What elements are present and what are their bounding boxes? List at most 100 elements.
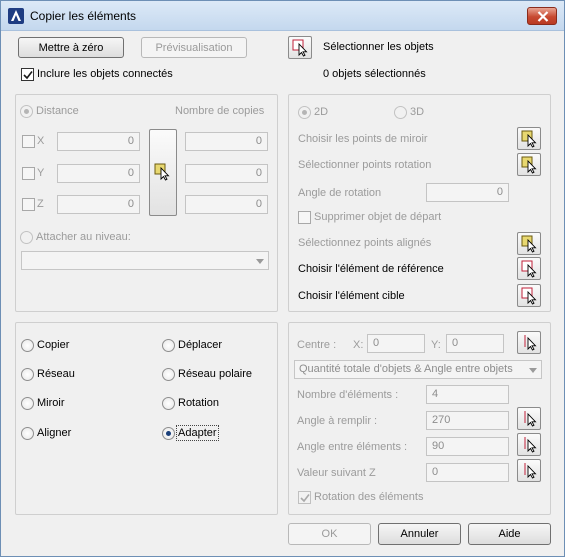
- item-count-field[interactable]: 4: [426, 385, 509, 404]
- array-mode-select[interactable]: Quantité totale d'objets & Angle entre o…: [294, 360, 542, 379]
- ok-button[interactable]: OK: [288, 523, 371, 545]
- aligned-points-label: Sélectionnez points alignés: [298, 237, 432, 249]
- select-objects-label: Sélectionner les objets: [323, 41, 434, 53]
- x-copies-field[interactable]: 0: [185, 132, 268, 151]
- adapt-label: Adapter: [176, 425, 219, 441]
- rotation-radio[interactable]: [162, 397, 175, 410]
- y-axis-checkbox[interactable]: [22, 167, 35, 180]
- mode-3d-radio[interactable]: [394, 106, 407, 119]
- mirror-points-label: Choisir les points de miroir: [298, 133, 428, 145]
- x-distance-field[interactable]: 0: [57, 132, 140, 151]
- checkmark-icon: [300, 494, 310, 503]
- rotate-items-label: Rotation des éléments: [314, 491, 424, 503]
- array-radio[interactable]: [21, 368, 34, 381]
- z-value-label: Valeur suivant Z: [297, 467, 376, 479]
- center-label: Centre :: [297, 339, 337, 351]
- z-distance-field[interactable]: 0: [57, 195, 140, 214]
- center-y-field[interactable]: 0: [446, 334, 504, 353]
- pick-between-angle-button[interactable]: [517, 433, 541, 456]
- preview-button[interactable]: Prévisualisation: [141, 37, 247, 58]
- y-copies-field[interactable]: 0: [185, 164, 268, 183]
- mirror-radio[interactable]: [21, 397, 34, 410]
- polar-array-label: Réseau polaire: [178, 368, 252, 380]
- align-radio[interactable]: [21, 427, 34, 440]
- move-label: Déplacer: [178, 339, 223, 351]
- include-connected-checkbox[interactable]: [21, 68, 34, 81]
- window-title: Copier les éléments: [30, 9, 137, 23]
- distance-panel: Distance Nombre de copies X 0 Y 0 Z 0 0 …: [15, 94, 278, 312]
- pointer-icon: [524, 335, 537, 351]
- attach-level-label: Attacher au niveau:: [36, 231, 131, 243]
- rotation-angle-field[interactable]: 0: [426, 183, 509, 202]
- rotate-items-checkbox[interactable]: [298, 491, 311, 504]
- z-value-field[interactable]: 0: [426, 463, 509, 482]
- mode-2d-radio[interactable]: [298, 106, 311, 119]
- select-objects-button[interactable]: [288, 36, 312, 59]
- pick-cursor-icon: [521, 156, 537, 174]
- pick-distance-button[interactable]: [149, 129, 177, 216]
- polar-array-panel: Centre : X: 0 Y: 0 Quantité totale d'obj…: [288, 322, 551, 515]
- pick-center-button[interactable]: [517, 331, 541, 354]
- cancel-button[interactable]: Annuler: [378, 523, 461, 545]
- y-axis-label: Y: [37, 167, 45, 179]
- close-icon: [537, 11, 549, 22]
- center-y-label: Y:: [431, 339, 441, 351]
- delete-source-label: Supprimer objet de départ: [314, 211, 442, 223]
- distance-radio[interactable]: [20, 105, 33, 118]
- reset-button[interactable]: Mettre à zéro: [18, 37, 124, 58]
- move-radio[interactable]: [162, 339, 175, 352]
- x-axis-label: X: [37, 135, 45, 147]
- mirror-points-button[interactable]: [517, 127, 541, 150]
- mirror-rotation-panel: 2D 3D Choisir les points de miroir Sélec…: [288, 94, 551, 312]
- checkmark-icon: [23, 71, 33, 80]
- select-cursor-icon: [521, 287, 537, 305]
- fill-angle-field[interactable]: 270: [426, 411, 509, 430]
- mirror-label: Miroir: [37, 397, 65, 409]
- operations-panel: Copier Déplacer Réseau Réseau polaire Mi…: [15, 322, 278, 515]
- aligned-points-button[interactable]: [517, 232, 541, 255]
- select-cursor-icon: [292, 39, 308, 57]
- select-cursor-icon: [521, 260, 537, 278]
- z-copies-field[interactable]: 0: [185, 195, 268, 214]
- selected-count: 0 objets sélectionnés: [323, 68, 426, 80]
- x-axis-checkbox[interactable]: [22, 135, 35, 148]
- target-element-label: Choisir l'élément cible: [298, 290, 405, 302]
- copies-label: Nombre de copies: [175, 105, 265, 117]
- fill-angle-label: Angle à remplir :: [297, 415, 378, 427]
- include-connected-label: Inclure les objets connectés: [37, 68, 173, 80]
- z-axis-checkbox[interactable]: [22, 198, 35, 211]
- between-angle-label: Angle entre éléments :: [297, 441, 408, 453]
- rotation-angle-label: Angle de rotation: [298, 187, 382, 199]
- chevron-down-icon: [529, 368, 537, 373]
- pointer-icon: [524, 437, 537, 453]
- copy-radio[interactable]: [21, 339, 34, 352]
- target-element-button[interactable]: [517, 284, 541, 307]
- pointer-icon: [524, 411, 537, 427]
- title-bar[interactable]: Copier les éléments: [1, 1, 564, 31]
- pick-cursor-icon: [521, 130, 537, 148]
- autocad-logo-icon: [8, 8, 24, 24]
- pick-cursor-icon: [521, 235, 537, 253]
- pick-fill-angle-button[interactable]: [517, 407, 541, 430]
- y-distance-field[interactable]: 0: [57, 164, 140, 183]
- pointer-icon: [524, 463, 537, 479]
- reference-element-button[interactable]: [517, 257, 541, 280]
- center-x-field[interactable]: 0: [367, 334, 425, 353]
- attach-level-select[interactable]: [21, 251, 269, 270]
- rotation-points-button[interactable]: [517, 153, 541, 176]
- help-button[interactable]: Aide: [468, 523, 551, 545]
- array-label: Réseau: [37, 368, 75, 380]
- attach-level-radio[interactable]: [20, 231, 33, 244]
- close-button[interactable]: [527, 7, 557, 25]
- item-count-label: Nombre d'éléments :: [297, 389, 399, 401]
- adapt-radio[interactable]: [162, 427, 175, 440]
- center-x-label: X:: [353, 339, 364, 351]
- pick-z-value-button[interactable]: [517, 459, 541, 482]
- copy-label: Copier: [37, 339, 70, 351]
- delete-source-checkbox[interactable]: [298, 211, 311, 224]
- distance-label: Distance: [36, 105, 79, 117]
- between-angle-field[interactable]: 90: [426, 437, 509, 456]
- align-label: Aligner: [37, 427, 72, 439]
- polar-array-radio[interactable]: [162, 368, 175, 381]
- copy-elements-dialog: Copier les éléments Mettre à zéro Prévis…: [0, 0, 565, 557]
